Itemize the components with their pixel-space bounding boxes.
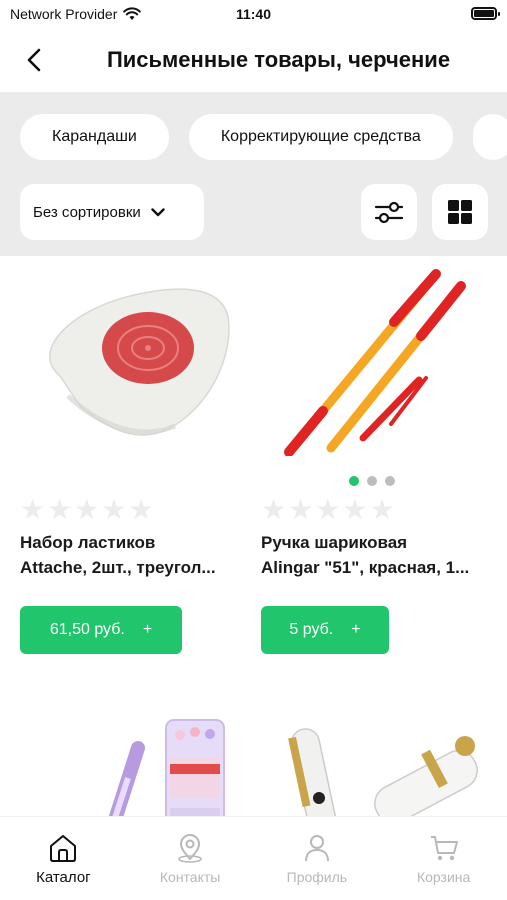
home-icon — [50, 835, 77, 862]
header: Письменные товары, черчение — [0, 28, 507, 92]
location-pin-icon — [178, 834, 202, 863]
star-icon: ★ — [20, 494, 46, 525]
star-icon: ★ — [369, 494, 395, 525]
tab-catalog[interactable]: Каталог — [0, 817, 127, 900]
star-icon: ★ — [101, 494, 127, 525]
plus-icon: + — [351, 621, 361, 638]
person-icon — [304, 835, 329, 862]
chevron-down-icon — [151, 207, 165, 216]
star-icon: ★ — [128, 494, 154, 525]
rating-stars: ★ ★ ★ ★ ★ — [20, 496, 154, 524]
tab-label: Контакты — [159, 869, 221, 885]
status-time: 11:40 — [235, 6, 272, 22]
tab-cart[interactable]: Корзина — [380, 817, 507, 900]
category-chips: Карандаши Корректирующие средства — [20, 114, 507, 160]
sliders-icon — [374, 201, 404, 224]
eraser-image — [49, 288, 230, 436]
chip-pencils[interactable]: Карандаши — [20, 114, 169, 160]
gallery-dots — [349, 476, 395, 486]
gallery-dot[interactable] — [349, 476, 359, 486]
gallery-dot[interactable] — [385, 476, 395, 486]
star-icon: ★ — [288, 494, 314, 525]
filter-button[interactable] — [361, 184, 417, 240]
sort-label: Без сортировки — [33, 203, 141, 221]
status-bar: Network Provider 11:40 — [0, 0, 507, 28]
product-grid: ★ ★ ★ ★ ★ Набор ластиков Attache, 2шт., … — [0, 256, 507, 816]
star-icon: ★ — [47, 494, 73, 525]
star-icon: ★ — [74, 494, 100, 525]
tab-label: Корзина — [416, 869, 471, 885]
chip-next[interactable] — [472, 114, 507, 160]
chip-label: Карандаши — [52, 128, 137, 145]
product-name-line: Alingar "51", красная, 1... — [261, 558, 470, 577]
tab-profile[interactable]: Профиль — [254, 817, 381, 900]
grid-icon — [448, 200, 472, 224]
tab-contacts[interactable]: Контакты — [127, 817, 254, 900]
add-to-cart-button[interactable]: 5 руб. + — [261, 606, 389, 654]
rating-stars: ★ ★ ★ ★ ★ — [261, 496, 395, 524]
filter-panel: Карандаши Корректирующие средства Без со… — [0, 92, 507, 256]
pencil-set-image — [108, 719, 225, 816]
tab-bar: Каталог Контакты Профиль Корзина — [0, 816, 507, 900]
cart-icon — [430, 836, 458, 861]
battery-icon — [471, 7, 500, 20]
chip-label: Корректирующие средства — [220, 128, 421, 145]
tab-label: Каталог — [36, 869, 91, 886]
fountain-pen-image — [288, 728, 478, 816]
product-name-line: Набор ластиков — [20, 533, 156, 552]
product-name[interactable]: Ручка шариковая Alingar "51", красная, 1… — [261, 530, 487, 580]
product-name-line: Ручка шариковая — [261, 533, 408, 552]
gallery-dot[interactable] — [367, 476, 377, 486]
star-icon: ★ — [261, 494, 287, 525]
price-label: 5 руб. — [289, 621, 334, 638]
add-to-cart-button[interactable]: 61,50 руб. + — [20, 606, 182, 654]
price-label: 61,50 руб. — [49, 621, 125, 638]
product-name[interactable]: Набор ластиков Attache, 2шт., треугол... — [20, 530, 246, 580]
star-icon: ★ — [315, 494, 341, 525]
plus-icon: + — [142, 621, 153, 638]
pens-image — [284, 269, 466, 456]
view-mode-button[interactable] — [432, 184, 488, 240]
star-icon: ★ — [342, 494, 368, 525]
tab-label: Профиль — [286, 869, 348, 885]
page-title: Письменные товары, черчение — [106, 47, 451, 72]
sort-dropdown[interactable]: Без сортировки — [20, 184, 204, 240]
chip-correction[interactable]: Корректирующие средства — [188, 114, 453, 160]
product-name-line: Attache, 2шт., треугол... — [20, 558, 216, 577]
